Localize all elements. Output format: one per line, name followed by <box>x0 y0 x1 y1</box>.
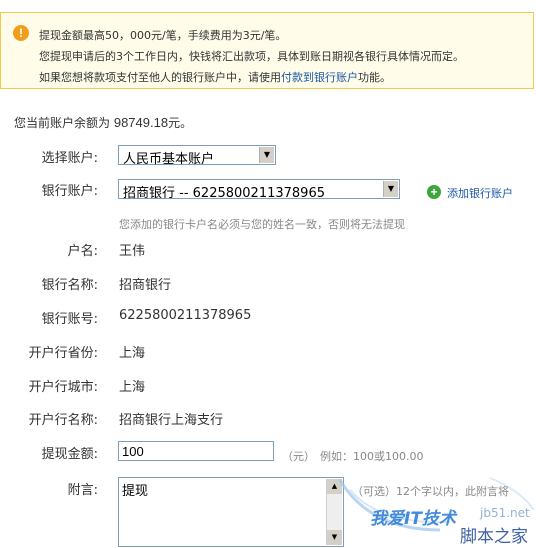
province-value: 上海 <box>119 346 146 361</box>
notice-line-1: 提现金额最高50，000元/笔，手续费用为3元/笔。 <box>39 29 287 42</box>
bank-account-dropdown[interactable]: 招商银行 -- 6225800211378965 ▼ <box>118 179 400 201</box>
note-scrollbar[interactable]: ▲ ▼ <box>326 479 342 545</box>
notice-line-3-prefix: 如果您想将款项支付至他人的银行账户中，请使用 <box>39 71 281 84</box>
account-balance: 您当前账户余额为 98749.18元。 <box>14 114 192 131</box>
note-label: 附言: <box>67 483 98 498</box>
select-account-dropdown[interactable]: 人民币基本账户 ▼ <box>118 145 276 167</box>
select-account-label: 选择账户: <box>41 151 98 166</box>
note-hint: （可选）12个字以内，此附言将 <box>352 485 509 498</box>
add-bank-account-label[interactable]: 添加银行账户 <box>447 185 513 201</box>
bank-name-label: 银行名称: <box>41 278 98 293</box>
pay-to-bank-account-link[interactable]: 付款到银行账户 <box>281 71 358 84</box>
bank-account-hint: 您添加的银行卡户名必须与您的姓名一致，否则将无法提现 <box>119 218 405 231</box>
amount-example: 例如：100或100.00 <box>320 450 424 463</box>
note-textarea[interactable]: 提现 ▲ ▼ <box>118 477 344 547</box>
city-value: 上海 <box>119 380 146 395</box>
chevron-down-icon[interactable]: ▼ <box>259 147 274 163</box>
branch-label: 开户行名称: <box>28 413 98 428</box>
amount-label: 提现金额: <box>41 447 98 462</box>
note-value: 提现 <box>122 484 149 499</box>
bank-account-label: 银行账户: <box>41 184 98 199</box>
branch-value: 招商银行上海支行 <box>119 413 224 428</box>
watermark-swoosh-icon <box>338 477 535 532</box>
holder-label: 户名: <box>67 244 98 259</box>
balance-suffix: 元。 <box>168 116 193 130</box>
watermark-text-2: jb51.net <box>480 506 530 520</box>
bank-name-value: 招商银行 <box>119 278 172 293</box>
notice-line-2: 您提现申请后的3个工作日内，快钱将汇出款项，具体到账日期视各银行具体情况而定。 <box>39 50 464 63</box>
notice-box: ! 提现金额最高50，000元/笔，手续费用为3元/笔。 您提现申请后的3个工作… <box>0 12 534 89</box>
province-label: 开户行省份: <box>28 346 98 361</box>
amount-input[interactable] <box>118 441 274 461</box>
scroll-down-icon[interactable]: ▼ <box>327 530 342 545</box>
scroll-up-icon[interactable]: ▲ <box>327 479 342 494</box>
chevron-down-icon[interactable]: ▼ <box>383 181 398 197</box>
holder-value: 王伟 <box>119 244 146 259</box>
select-account-value: 人民币基本账户 <box>123 152 215 167</box>
notice-line-3-suffix: 功能。 <box>358 71 391 84</box>
balance-prefix: 您当前账户余额为 <box>14 116 111 130</box>
balance-amount: 98749.18 <box>113 115 169 130</box>
plus-icon: + <box>427 185 441 199</box>
watermark-text-3: 脚本之家 <box>460 527 528 547</box>
watermark: 我爱IT技术 jb51.net 脚本之家 <box>330 470 536 548</box>
notice-line-3: 如果您想将款项支付至他人的银行账户中，请使用付款到银行账户功能。 <box>39 69 391 85</box>
bank-number-value: 6225800211378965 <box>119 308 252 323</box>
watermark-text-1: 我爱IT技术 <box>370 509 456 529</box>
warning-icon: ! <box>13 25 29 41</box>
amount-unit: （元） <box>282 450 315 463</box>
city-label: 开户行城市: <box>28 380 98 395</box>
bank-number-label: 银行账号: <box>41 312 98 327</box>
bank-account-value: 招商银行 -- 6225800211378965 <box>123 186 325 201</box>
